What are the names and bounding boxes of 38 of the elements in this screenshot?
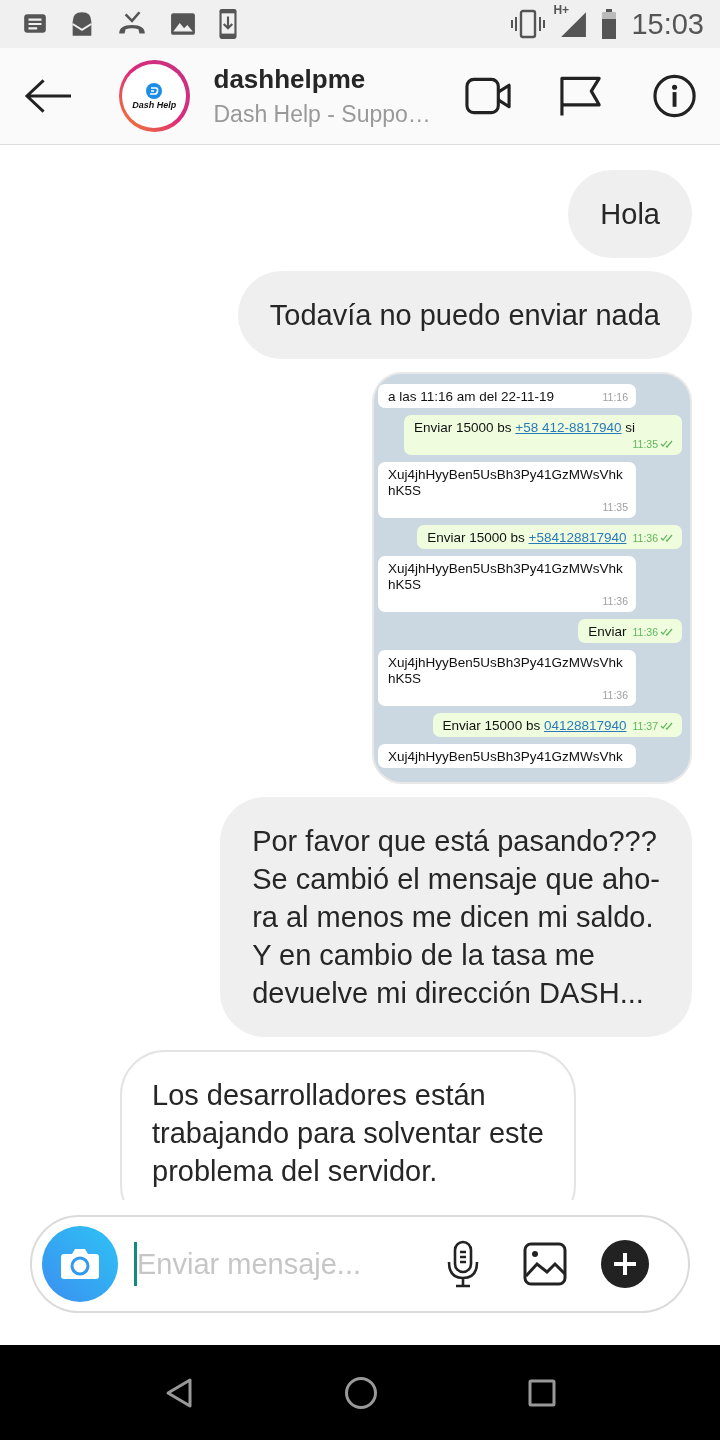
screenshot-message: Xuj4jhHyyBen5UsBh3Py41GzMWsVhkhK5S 11:35 bbox=[378, 462, 636, 518]
message-bubble: Por favor que está pasando??? Se cambió el mensaje que aho- ra al menos me dicen mi saldo. Y en cambio de la tasa me devuelve mi dirección DASH... bbox=[220, 797, 692, 1037]
microphone-icon[interactable] bbox=[445, 1240, 481, 1288]
gallery-icon[interactable] bbox=[523, 1242, 567, 1286]
flag-icon[interactable] bbox=[558, 75, 602, 117]
screenshot-message: Enviar 15000 bs +58 412-8817940 si 11:35 bbox=[404, 415, 682, 455]
camera-icon bbox=[60, 1248, 100, 1280]
screenshot-message: Enviar 15000 bs +584128817940 11:36 bbox=[417, 525, 682, 549]
avatar[interactable]: Dash Help bbox=[118, 60, 190, 132]
dash-logo-icon bbox=[146, 82, 163, 99]
message-bubble: Los desarrolladores están trabajando para solventar este problema del servidor. bbox=[120, 1050, 576, 1200]
clock: 15:03 bbox=[631, 7, 704, 41]
logo-text: Dash Help bbox=[132, 99, 177, 110]
screenshot-message: a las 11:16 am del 22-11-19 11:16 bbox=[378, 384, 636, 408]
network-type: H+ bbox=[553, 3, 570, 17]
screenshot-message: Enviar 15000 bs 04128817940 11:37 bbox=[432, 713, 682, 737]
message-input[interactable]: Enviar mensaje... bbox=[134, 1242, 429, 1286]
recents-icon[interactable] bbox=[528, 1378, 556, 1407]
battery-icon bbox=[601, 9, 618, 39]
message-bubble: Hola bbox=[568, 170, 692, 258]
mail-icon bbox=[70, 10, 94, 38]
screenshot-message: Xuj4jhHyyBen5UsBh3Py41GzMWsVhkhK5S 11:36 bbox=[378, 556, 636, 612]
back-arrow-icon[interactable] bbox=[24, 78, 73, 114]
screenshot-message: Xuj4jhHyyBen5UsBh3Py41GzMWsVhk bbox=[378, 744, 636, 768]
screenshot-message: Xuj4jhHyyBen5UsBh3Py41GzMWsVhkhK5S 11:36 bbox=[378, 650, 636, 706]
camera-button[interactable] bbox=[42, 1226, 118, 1302]
screenshot-message: Enviar 11:36 bbox=[578, 619, 682, 643]
home-icon[interactable] bbox=[344, 1375, 378, 1410]
chat-subtitle: Dash Help - Suppo… bbox=[213, 101, 432, 128]
image-icon bbox=[170, 11, 196, 37]
chat-title: dashhelpme bbox=[213, 64, 367, 95]
back-icon[interactable] bbox=[164, 1376, 194, 1409]
info-icon[interactable] bbox=[652, 74, 696, 118]
vibrate-icon bbox=[511, 9, 546, 39]
message-bubble: Todavía no puedo enviar nada bbox=[237, 271, 692, 359]
video-call-icon[interactable] bbox=[464, 77, 512, 115]
download-icon bbox=[218, 8, 238, 40]
plus-icon[interactable] bbox=[601, 1240, 649, 1288]
